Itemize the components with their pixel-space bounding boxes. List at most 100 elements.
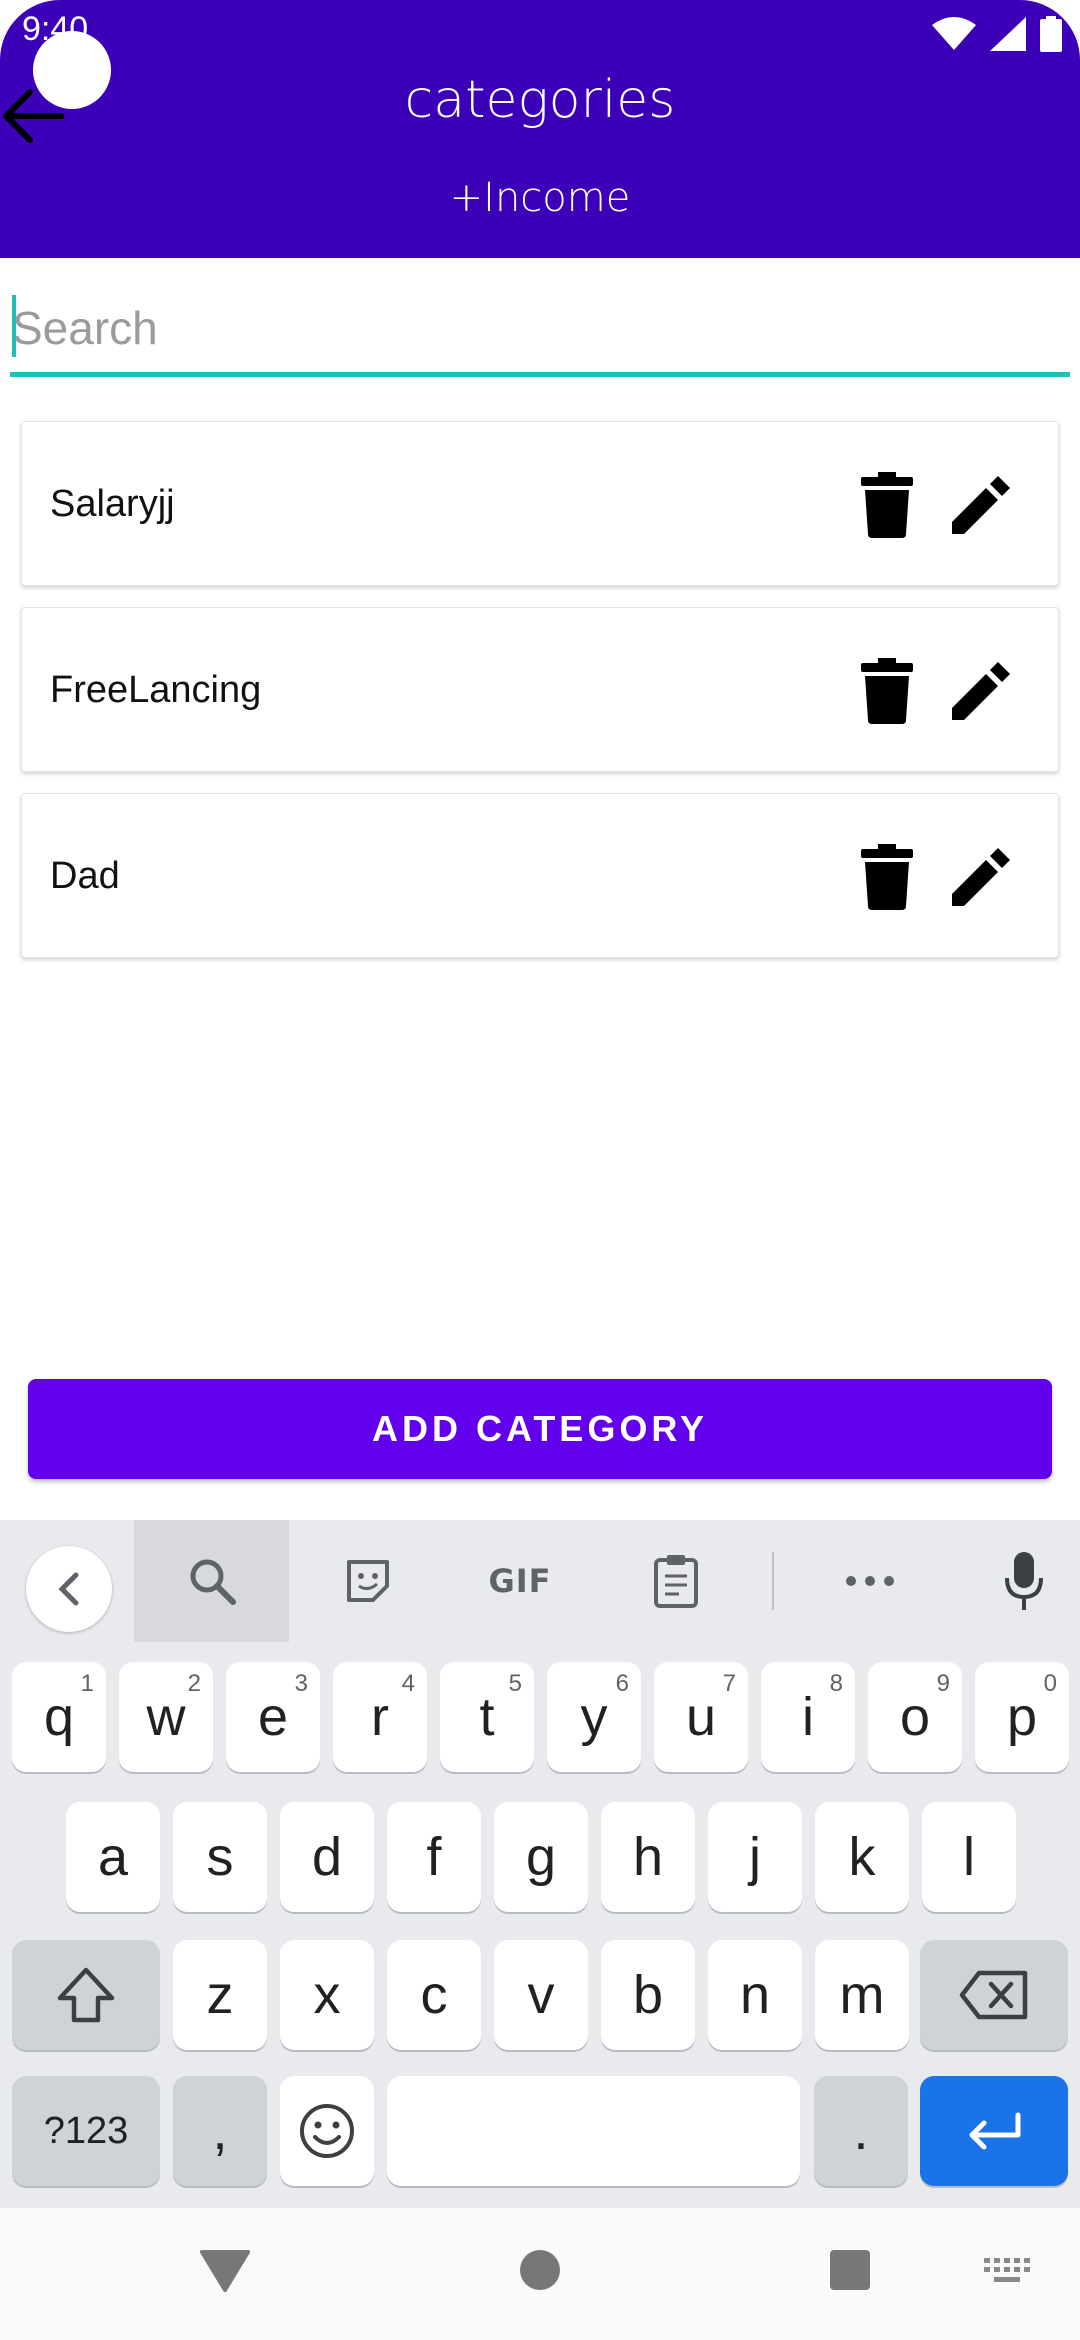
category-card: FreeLancing <box>21 607 1059 772</box>
status-icons <box>932 16 1062 52</box>
category-card: Dad <box>21 793 1059 958</box>
key-hint: 1 <box>80 1670 94 1697</box>
app-header: 9:40 categories +Income <box>0 0 1080 258</box>
nav-recents-icon <box>830 2250 870 2290</box>
trash-icon <box>861 471 913 538</box>
key-h[interactable]: h <box>601 1802 695 1912</box>
pencil-icon <box>952 661 1010 720</box>
key-m[interactable]: m <box>815 1940 909 2050</box>
trash-icon <box>861 843 913 910</box>
sticker-icon <box>347 1560 389 1602</box>
key-label: p <box>1006 1687 1038 1747</box>
key-label: t <box>479 1687 495 1747</box>
nav-recents-button[interactable] <box>828 2248 872 2292</box>
key-label: o <box>899 1687 931 1747</box>
key-p[interactable]: p0 <box>975 1662 1069 1772</box>
symbols-key[interactable]: ?123 <box>12 2076 160 2186</box>
wifi-icon <box>932 17 976 50</box>
key-hint: 0 <box>1043 1670 1057 1697</box>
shift-key[interactable] <box>12 1940 160 2050</box>
keyboard-sticker-button[interactable] <box>318 1520 418 1642</box>
delete-button[interactable] <box>852 653 922 728</box>
space-key[interactable] <box>387 2076 800 2186</box>
page-title: categories <box>404 70 676 130</box>
page-subtitle: +Income <box>449 175 631 221</box>
key-v[interactable]: v <box>494 1940 588 2050</box>
delete-button[interactable] <box>852 839 922 914</box>
key-n[interactable]: n <box>708 1940 802 2050</box>
key-label: w <box>146 1687 186 1747</box>
key-r[interactable]: r4 <box>333 1662 427 1772</box>
key-c[interactable]: c <box>387 1940 481 2050</box>
key-k[interactable]: k <box>815 1802 909 1912</box>
nav-home-icon <box>520 2250 560 2290</box>
key-hint: 9 <box>936 1670 950 1697</box>
key-hint: 2 <box>187 1670 201 1697</box>
key-z[interactable]: z <box>173 1940 267 2050</box>
key-b[interactable]: b <box>601 1940 695 2050</box>
pencil-icon <box>952 475 1010 534</box>
key-u[interactable]: u7 <box>654 1662 748 1772</box>
key-i[interactable]: i8 <box>761 1662 855 1772</box>
nav-home-button[interactable] <box>518 2248 562 2292</box>
keyboard-toolbar: GIF <box>0 1520 1080 1642</box>
key-q[interactable]: q1 <box>12 1662 106 1772</box>
emoji-key[interactable] <box>280 2076 374 2186</box>
microphone-icon <box>1005 1552 1043 1610</box>
search-field[interactable] <box>10 285 1070 377</box>
pencil-icon <box>952 847 1010 906</box>
enter-key[interactable] <box>920 2076 1068 2186</box>
emoji-icon <box>300 2104 354 2158</box>
key-hint: 6 <box>615 1670 629 1697</box>
edit-button[interactable] <box>946 467 1016 542</box>
key-t[interactable]: t5 <box>440 1662 534 1772</box>
keyboard-search-button[interactable] <box>134 1520 289 1642</box>
period-key[interactable]: . <box>814 2076 908 2186</box>
key-e[interactable]: e3 <box>226 1662 320 1772</box>
enter-icon <box>969 2112 1021 2150</box>
shift-icon <box>57 1967 115 2023</box>
search-input[interactable] <box>10 285 1070 370</box>
backspace-key[interactable] <box>920 1940 1068 2050</box>
key-label: i <box>802 1687 814 1747</box>
key-label: q <box>43 1687 75 1747</box>
keyboard-switch-button[interactable] <box>984 2258 1032 2286</box>
gif-label: GIF <box>488 1562 552 1600</box>
edit-button[interactable] <box>946 839 1016 914</box>
keyboard-collapse-button[interactable] <box>26 1546 112 1632</box>
trash-icon <box>861 657 913 724</box>
keyboard-clipboard-button[interactable] <box>626 1520 726 1642</box>
delete-button[interactable] <box>852 467 922 542</box>
keyboard-mic-button[interactable] <box>974 1520 1074 1642</box>
key-label: e <box>257 1687 289 1747</box>
keyboard-gif-button[interactable]: GIF <box>470 1520 570 1642</box>
category-card: Salaryjj <box>21 421 1059 586</box>
text-cursor <box>12 295 16 357</box>
key-l[interactable]: l <box>922 1802 1016 1912</box>
more-icon <box>846 1576 894 1586</box>
key-label: u <box>685 1687 717 1747</box>
edit-button[interactable] <box>946 653 1016 728</box>
key-o[interactable]: o9 <box>868 1662 962 1772</box>
key-f[interactable]: f <box>387 1802 481 1912</box>
category-label: FreeLancing <box>50 669 262 711</box>
soft-keyboard: GIF q1 w2 e3 r4 t5 y6 u7 i8 o9 p0 a s d … <box>0 1520 1080 2208</box>
key-hint: 4 <box>401 1670 415 1697</box>
key-y[interactable]: y6 <box>547 1662 641 1772</box>
key-x[interactable]: x <box>280 1940 374 2050</box>
nav-back-button[interactable] <box>200 2248 250 2294</box>
key-d[interactable]: d <box>280 1802 374 1912</box>
category-label: Salaryjj <box>50 483 175 525</box>
key-w[interactable]: w2 <box>119 1662 213 1772</box>
key-j[interactable]: j <box>708 1802 802 1912</box>
battery-icon <box>1040 16 1062 52</box>
key-s[interactable]: s <box>173 1802 267 1912</box>
comma-key[interactable]: , <box>173 2076 267 2186</box>
keyboard-more-button[interactable] <box>820 1520 920 1642</box>
key-g[interactable]: g <box>494 1802 588 1912</box>
key-hint: 7 <box>722 1670 736 1697</box>
signal-icon <box>990 17 1026 51</box>
key-a[interactable]: a <box>66 1802 160 1912</box>
toolbar-divider <box>772 1552 774 1610</box>
add-category-button[interactable]: ADD CATEGORY <box>28 1379 1052 1479</box>
